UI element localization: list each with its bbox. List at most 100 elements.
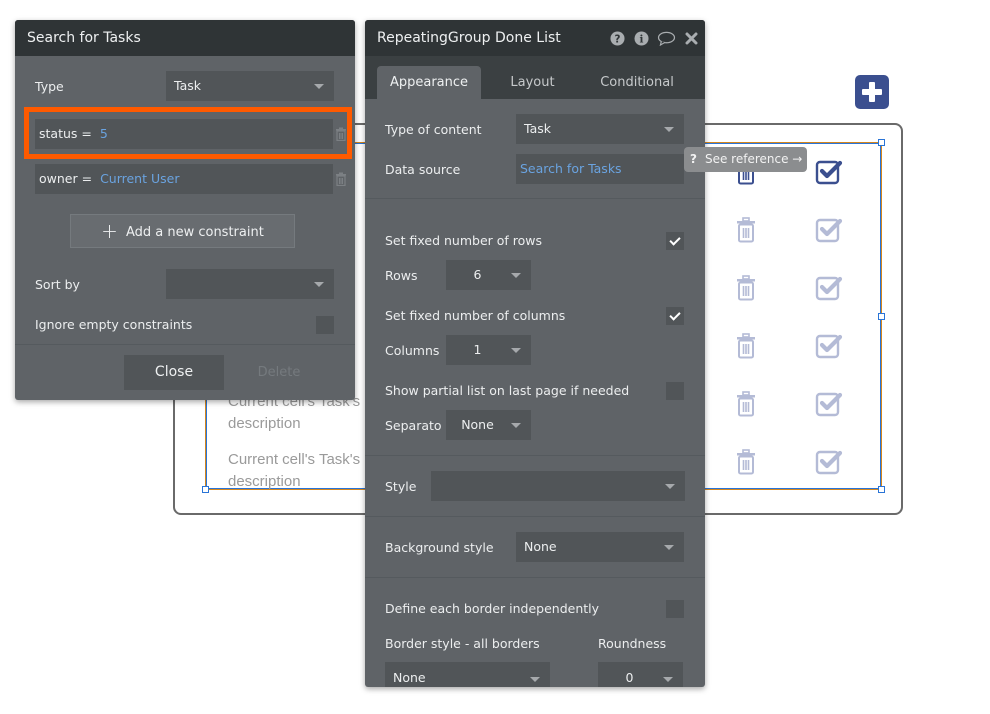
chevron-down-icon [511, 423, 521, 428]
divider [15, 344, 355, 345]
help-icon: ? [690, 152, 697, 166]
fixed-columns-checkbox[interactable] [666, 307, 684, 325]
separator-dropdown[interactable]: None [446, 410, 531, 440]
type-of-content-value: Task [524, 121, 551, 136]
style-dropdown[interactable] [431, 471, 685, 501]
delete-constraint-icon[interactable] [335, 172, 347, 186]
trash-icon[interactable] [736, 333, 756, 359]
chevron-down-icon [664, 127, 674, 132]
ignore-empty-label: Ignore empty constraints [35, 317, 193, 332]
type-value: Task [174, 78, 201, 93]
define-border-label: Define each border independently [385, 601, 600, 616]
add-constraint-label: Add a new constraint [125, 225, 264, 240]
sort-by-label: Sort by [35, 277, 80, 292]
ignore-empty-checkbox[interactable] [316, 316, 334, 334]
see-reference-tooltip[interactable]: ? See reference → [684, 147, 807, 172]
cell-description-text: Current cell's Task's description [228, 451, 361, 490]
type-dropdown[interactable]: Task [166, 71, 334, 101]
separator-value: None [461, 417, 494, 432]
plus-icon: + [101, 219, 118, 243]
separator-label: Separato [385, 418, 442, 433]
checkbox-done-icon[interactable] [815, 217, 843, 243]
help-icon[interactable]: ? [610, 31, 625, 46]
resize-handle-top-right[interactable] [878, 139, 885, 146]
add-constraint-button[interactable]: + Add a new constraint [70, 214, 295, 248]
columns-label: Columns [385, 343, 440, 358]
constraint-value[interactable]: Current User [100, 171, 179, 186]
resize-handle-right[interactable] [878, 313, 885, 320]
trash-icon[interactable] [736, 391, 756, 417]
resize-handle-bottom-left[interactable] [202, 486, 209, 493]
roundness-value: 0 [625, 670, 634, 685]
tab-conditional[interactable]: Conditional [585, 66, 689, 99]
background-style-label: Background style [385, 540, 494, 555]
columns-value: 1 [473, 342, 482, 357]
border-style-label: Border style - all borders [385, 636, 540, 651]
tooltip-text: See reference → [704, 152, 803, 166]
rows-value: 6 [473, 267, 482, 282]
chevron-down-icon [663, 677, 673, 682]
search-for-tasks-panel: Search for Tasks Type Task status = 5 ow… [15, 20, 355, 400]
checkbox-done-icon[interactable] [815, 159, 843, 185]
sort-by-dropdown[interactable] [166, 269, 334, 299]
roundness-label: Roundness [598, 636, 667, 651]
comment-icon[interactable] [657, 31, 676, 46]
checkbox-done-icon[interactable] [815, 333, 843, 359]
panel-title: RepeatingGroup Done List ? i [365, 20, 705, 56]
tab-layout[interactable]: Layout [485, 66, 580, 99]
type-label: Type [35, 79, 64, 94]
data-source-field[interactable]: Search for Tasks [516, 154, 684, 184]
rows-label: Rows [385, 268, 418, 283]
highlight-box [24, 107, 352, 159]
divider [365, 455, 705, 456]
repeating-group-property-panel: RepeatingGroup Done List ? i Appearance … [365, 20, 705, 687]
define-border-checkbox[interactable] [666, 600, 684, 618]
chevron-down-icon [314, 282, 324, 287]
chevron-down-icon [664, 545, 674, 550]
close-icon[interactable] [685, 31, 698, 46]
partial-list-label: Show partial list on last page if needed [385, 383, 630, 398]
fixed-columns-label: Set fixed number of columns [385, 308, 566, 323]
type-of-content-label: Type of content [385, 122, 482, 137]
checkbox-done-icon[interactable] [815, 449, 843, 475]
data-source-label: Data source [385, 162, 461, 177]
chevron-down-icon [511, 273, 521, 278]
info-icon[interactable]: i [634, 31, 649, 46]
chevron-down-icon [314, 84, 324, 89]
fixed-rows-label: Set fixed number of rows [385, 233, 543, 248]
columns-dropdown[interactable]: 1 [446, 335, 531, 365]
divider [365, 577, 705, 578]
delete-button[interactable]: Delete [244, 355, 314, 390]
close-button[interactable]: Close [124, 355, 224, 390]
style-label: Style [385, 479, 417, 494]
divider [365, 198, 705, 199]
add-element-button[interactable] [855, 75, 889, 109]
fixed-rows-checkbox[interactable] [666, 232, 684, 250]
trash-icon[interactable] [736, 449, 756, 475]
panel-title-text: RepeatingGroup Done List [377, 30, 561, 46]
chevron-down-icon [665, 484, 675, 489]
background-style-dropdown[interactable]: None [516, 532, 684, 562]
chevron-down-icon [530, 677, 540, 682]
constraint-owner[interactable]: owner = Current User [35, 164, 333, 194]
type-of-content-dropdown[interactable]: Task [516, 114, 684, 144]
checkbox-done-icon[interactable] [815, 275, 843, 301]
partial-list-checkbox[interactable] [666, 382, 684, 400]
resize-handle-bottom-right[interactable] [878, 486, 885, 493]
background-style-value: None [524, 539, 557, 554]
trash-icon[interactable] [736, 217, 756, 243]
svg-text:i: i [640, 34, 644, 46]
border-style-value: None [393, 670, 426, 685]
roundness-dropdown[interactable]: 0 [598, 662, 683, 687]
tab-appearance[interactable]: Appearance [377, 66, 481, 99]
constraint-field: owner = [39, 171, 93, 186]
trash-icon[interactable] [736, 275, 756, 301]
chevron-down-icon [511, 348, 521, 353]
rows-dropdown[interactable]: 6 [446, 260, 531, 290]
svg-text:?: ? [615, 33, 621, 45]
checkbox-done-icon[interactable] [815, 391, 843, 417]
tab-bar: Appearance Layout Conditional [365, 56, 705, 99]
divider [365, 516, 705, 517]
border-style-dropdown[interactable]: None [385, 662, 550, 687]
panel-title: Search for Tasks [15, 20, 355, 56]
